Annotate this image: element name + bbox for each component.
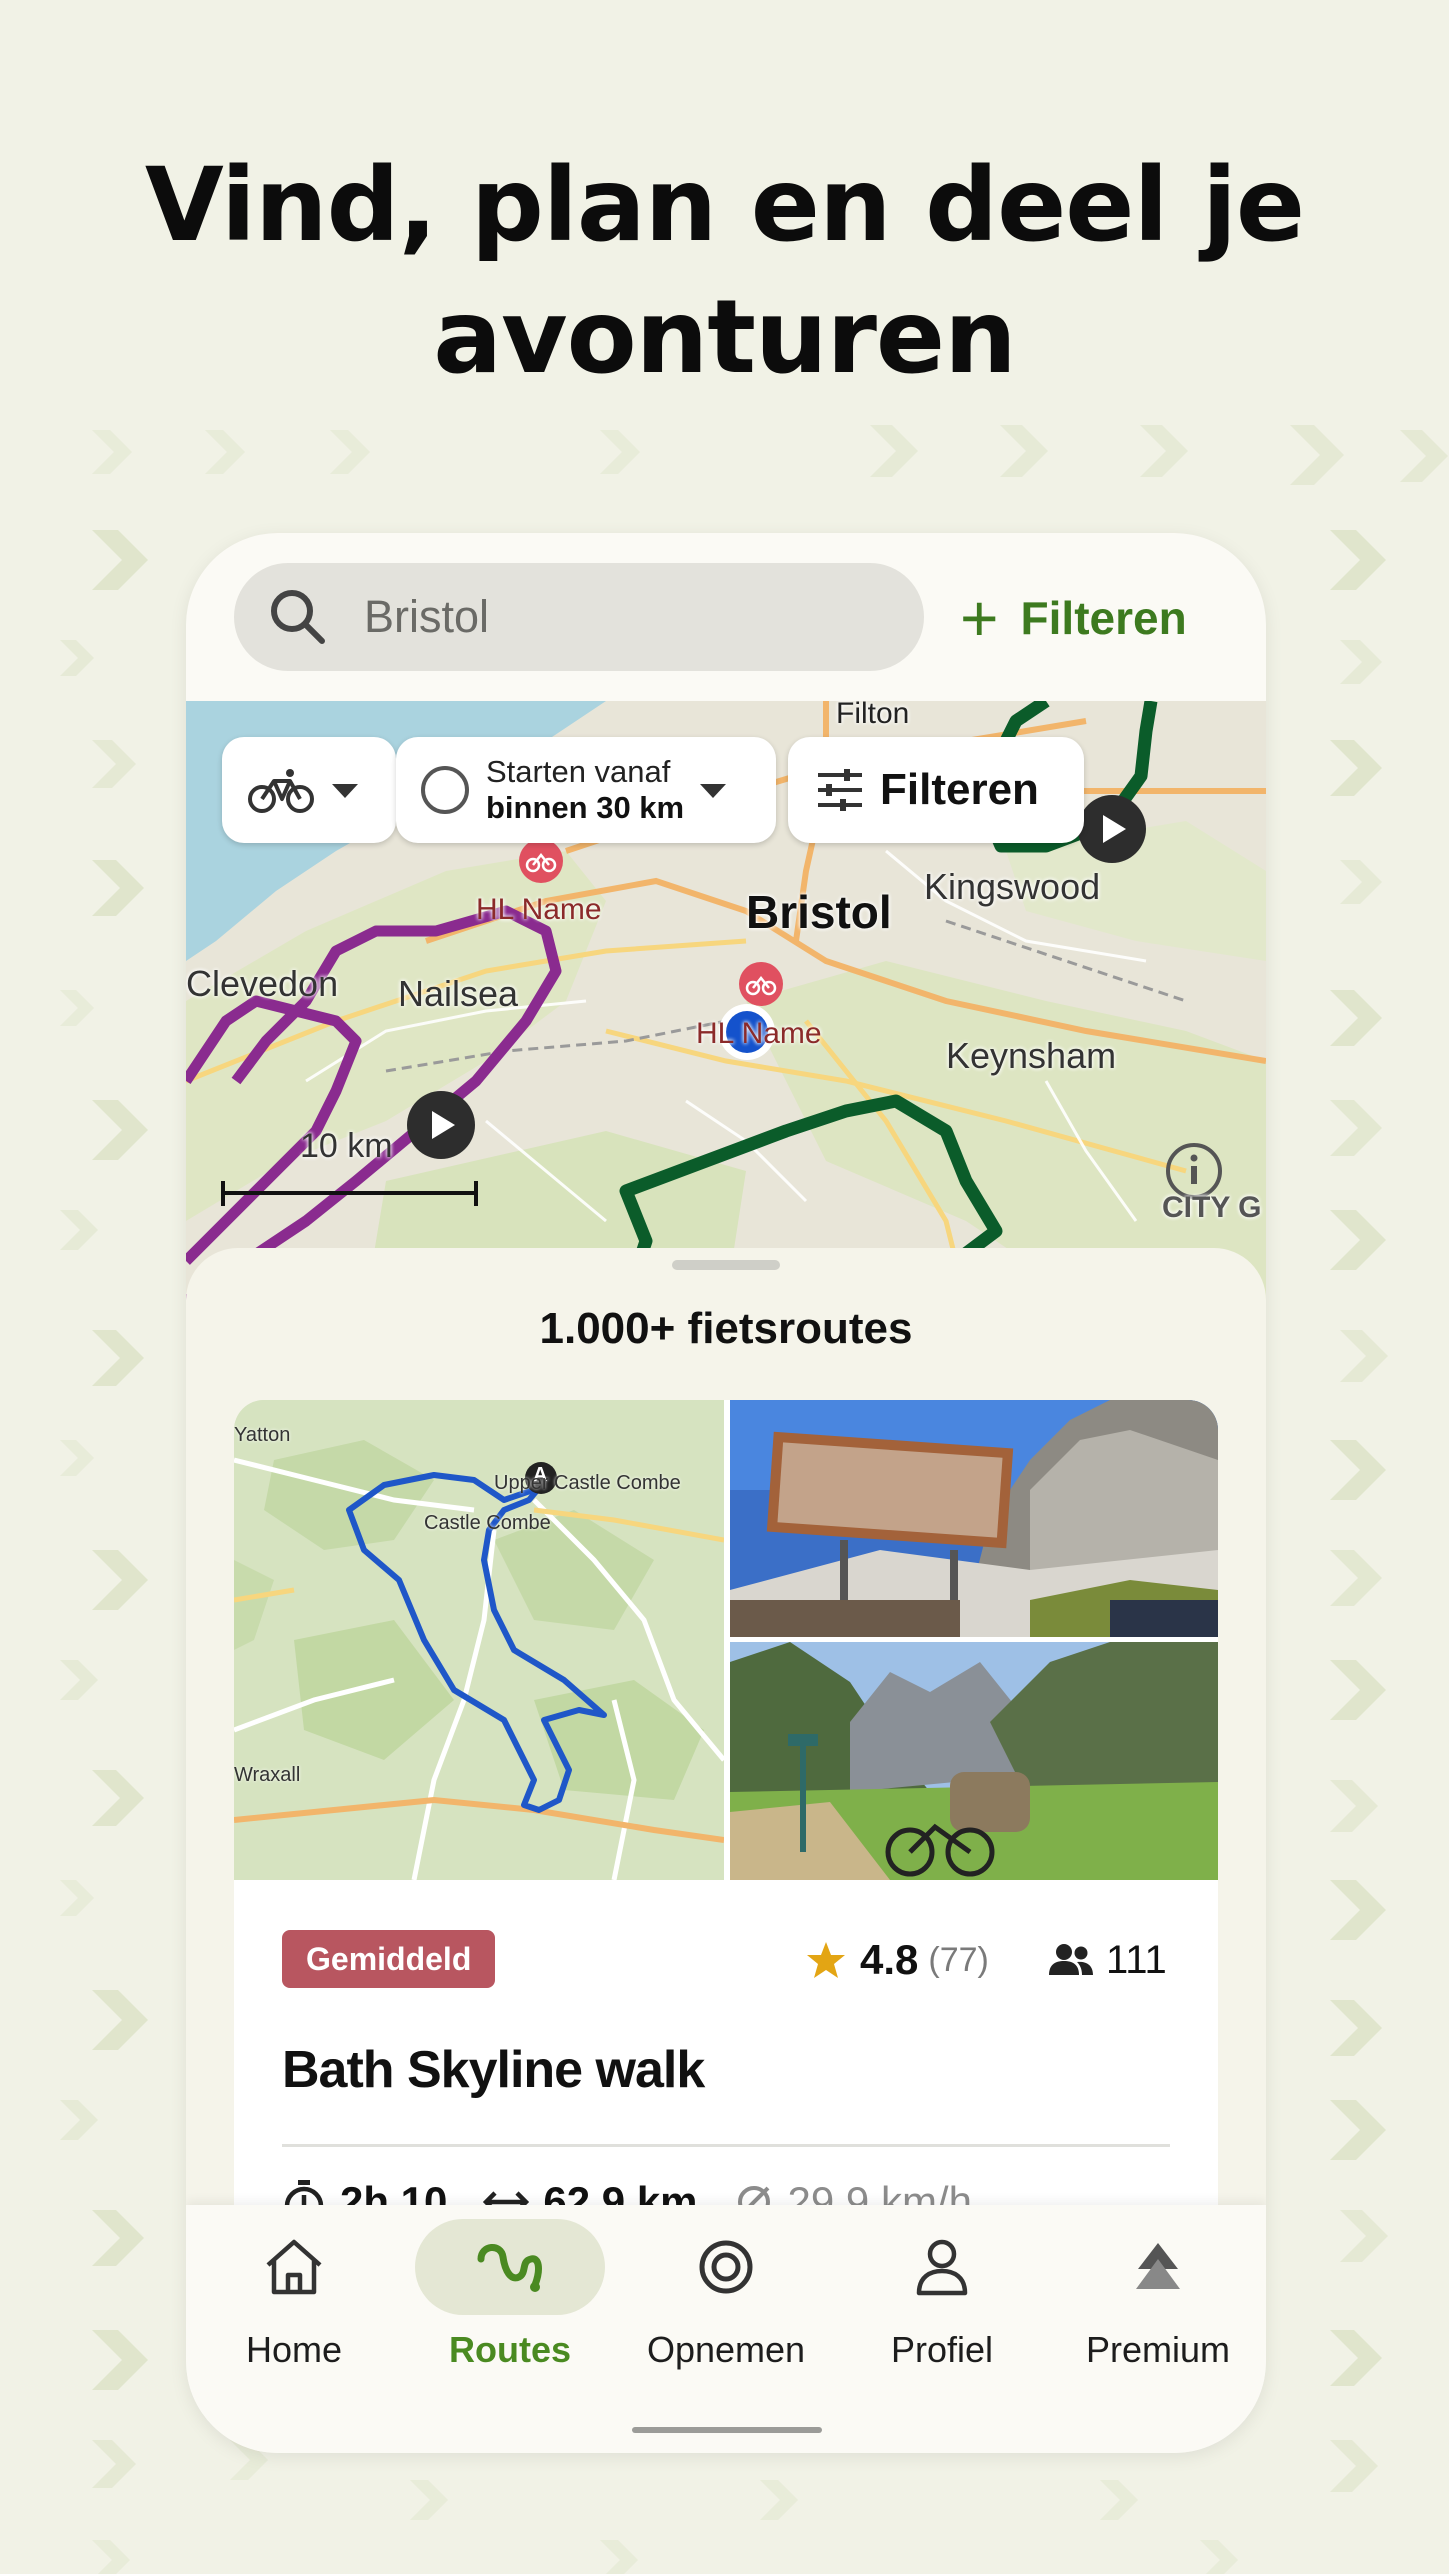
nav-home-label: Home xyxy=(245,2329,343,2370)
search-icon xyxy=(271,590,325,644)
people-icon xyxy=(1049,1944,1093,1975)
results-sheet: 1.000+ fietsroutes A Castle Combe Upper … xyxy=(186,1248,1266,2400)
start-radius-dropdown[interactable]: Starten vanaf binnen 30 km xyxy=(396,737,776,843)
nav-record-label: Opnemen xyxy=(646,2329,806,2370)
participants-count: 111 xyxy=(1106,1937,1167,1982)
map-label-poi: HL Name xyxy=(476,893,602,926)
nav-routes[interactable]: Routes xyxy=(402,2205,618,2405)
chevron-down-icon xyxy=(700,784,727,798)
record-icon xyxy=(699,2240,753,2294)
nav-routes-label: Routes xyxy=(448,2329,571,2370)
sheet-drag-handle[interactable] xyxy=(672,1260,780,1270)
route-play-marker[interactable] xyxy=(407,1091,475,1159)
home-icon xyxy=(266,2239,322,2295)
map-label-poi: HL Name xyxy=(696,1017,822,1050)
phone-screen: Bristol + Filteren Filton Bristol Kingsw… xyxy=(186,533,1266,2453)
route-participants: 111 xyxy=(1048,1928,1167,1992)
map-filter-button[interactable]: Filteren xyxy=(788,737,1084,843)
map-label-wraxall: Wraxall xyxy=(234,1764,301,1786)
route-photo-sign xyxy=(730,1400,1218,1637)
star-icon xyxy=(807,1942,845,1978)
route-map[interactable]: Filton Bristol Kingswood Clevedon Nailse… xyxy=(186,701,1266,1301)
map-label-filton: Filton xyxy=(836,701,910,730)
sliders-icon xyxy=(818,769,862,811)
map-label-yatton: Yatton xyxy=(234,1424,291,1446)
routes-icon xyxy=(477,2244,542,2292)
premium-icon xyxy=(1136,2243,1180,2289)
bike-icon xyxy=(248,769,314,813)
route-rating: 4.8 (77) xyxy=(806,1928,989,1992)
profile-icon xyxy=(916,2239,968,2296)
nav-premium-label: Premium xyxy=(1085,2329,1231,2370)
map-attribution: CITY G xyxy=(1162,1191,1262,1224)
bike-poi-marker[interactable] xyxy=(519,839,563,883)
rating-count: (77) xyxy=(928,1940,989,1979)
map-label-clevedon: Clevedon xyxy=(186,963,339,1004)
map-scale-label: 10 km xyxy=(300,1127,393,1165)
card-divider xyxy=(282,2144,1170,2147)
map-label-keynsham: Keynsham xyxy=(946,1035,1117,1076)
headline-line-2: avonturen xyxy=(433,278,1016,397)
nav-home[interactable]: Home xyxy=(186,2205,402,2405)
nav-profile-label: Profiel xyxy=(890,2329,994,2370)
plus-icon: + xyxy=(960,581,999,655)
map-label-castle-combe: Castle Combe xyxy=(424,1512,551,1534)
route-title: Bath Skyline walk xyxy=(282,2041,705,2099)
radius-label: binnen 30 km xyxy=(486,790,685,825)
nav-profile[interactable]: Profiel xyxy=(834,2205,1050,2405)
headline-line-1: Vind, plan en deel je xyxy=(144,146,1305,265)
map-label-upper-castle-combe: Upper Castle Combe xyxy=(494,1472,681,1494)
filter-button-label: Filteren xyxy=(1020,592,1187,644)
bottom-navigation: Home Routes Opnemen Profiel Premium xyxy=(186,2205,1266,2453)
search-input[interactable]: Bristol xyxy=(234,563,924,671)
map-label-nailsea: Nailsea xyxy=(398,973,519,1014)
map-label-bristol: Bristol xyxy=(746,886,892,938)
difficulty-badge: Gemiddeld xyxy=(282,1930,496,1988)
route-photo-valley xyxy=(730,1642,1218,1880)
route-play-marker[interactable] xyxy=(1078,795,1146,863)
map-filter-label: Filteren xyxy=(880,765,1039,814)
filter-button[interactable]: + Filteren xyxy=(960,573,1187,663)
activity-dropdown[interactable] xyxy=(222,737,396,843)
rating-value: 4.8 xyxy=(860,1936,919,1983)
radio-circle-icon xyxy=(421,766,469,814)
results-count: 1.000+ fietsroutes xyxy=(539,1304,913,1353)
nav-record[interactable]: Opnemen xyxy=(618,2205,834,2405)
bike-poi-marker[interactable] xyxy=(739,962,783,1006)
route-map-thumbnail: A Castle Combe Upper Castle Combe Yatton… xyxy=(234,1400,726,1881)
headline: Vind, plan en deel je avonturen xyxy=(0,140,1449,404)
chevron-down-icon xyxy=(332,784,358,798)
home-indicator[interactable] xyxy=(632,2427,822,2433)
nav-premium[interactable]: Premium xyxy=(1050,2205,1266,2405)
map-label-kingswood: Kingswood xyxy=(924,866,1101,907)
start-label: Starten vanaf xyxy=(486,754,671,789)
search-value: Bristol xyxy=(364,591,490,642)
